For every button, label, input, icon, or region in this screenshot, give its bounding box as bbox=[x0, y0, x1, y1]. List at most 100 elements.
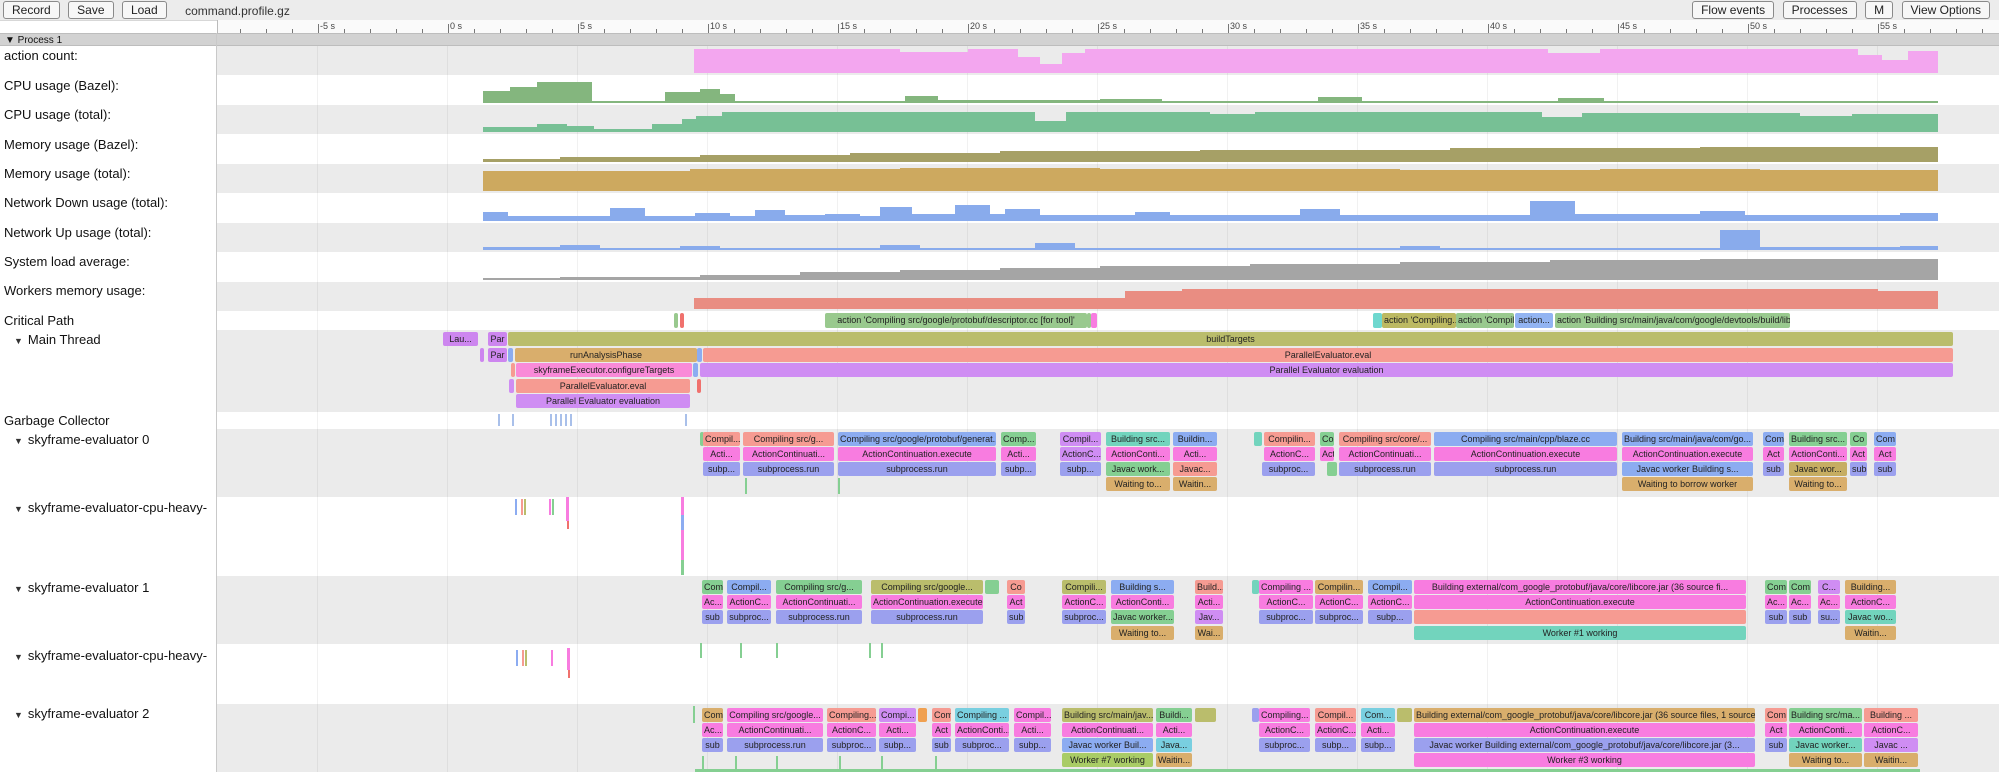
counter-cpu-total-graph[interactable] bbox=[0, 105, 1999, 134]
trace-bar[interactable]: Com bbox=[1874, 432, 1896, 446]
counter-action-count-graph[interactable] bbox=[0, 46, 1999, 75]
trace-bar[interactable]: Buildin... bbox=[1173, 432, 1217, 446]
trace-bar[interactable]: Javac worker Building s... bbox=[1622, 462, 1753, 476]
trace-bar[interactable]: Ac... bbox=[1765, 595, 1787, 609]
row-label[interactable]: ▼skyframe-evaluator 1 bbox=[4, 580, 149, 595]
trace-bar[interactable]: Javac... bbox=[1173, 462, 1217, 476]
trace-bar[interactable] bbox=[985, 580, 999, 594]
trace-bar[interactable]: subprocess.run bbox=[871, 610, 983, 624]
trace-bar[interactable]: subp... bbox=[879, 738, 916, 752]
trace-bar[interactable]: ActionC... bbox=[1315, 723, 1356, 737]
trace-bar[interactable]: sub bbox=[1789, 610, 1811, 624]
trace-bar[interactable]: Par bbox=[488, 332, 507, 346]
trace-bar[interactable]: Javac worker Buil... bbox=[1062, 738, 1153, 752]
trace-bar[interactable]: Act bbox=[1765, 723, 1787, 737]
trace-bar[interactable]: Compili... bbox=[1062, 580, 1106, 594]
trace-bar[interactable]: Compilin... bbox=[1315, 580, 1363, 594]
trace-bar[interactable]: ParallelEvaluator.eval bbox=[516, 379, 690, 393]
trace-bar[interactable]: Compiling src/google/protobuf/generat... bbox=[838, 432, 996, 446]
trace-bar[interactable]: Building external/com_google_protobuf/ja… bbox=[1414, 708, 1755, 722]
collapse-arrow[interactable]: ▼ bbox=[14, 504, 23, 514]
trace-mark[interactable] bbox=[512, 414, 514, 426]
trace-bar[interactable]: Par bbox=[488, 348, 507, 362]
trace-bar[interactable] bbox=[1252, 708, 1259, 722]
trace-bar[interactable]: Acti... bbox=[1173, 447, 1217, 461]
trace-bar[interactable]: subproc... bbox=[1259, 610, 1313, 624]
trace-mark[interactable] bbox=[498, 414, 500, 426]
trace-bar[interactable] bbox=[1327, 462, 1337, 476]
trace-bar[interactable]: action... bbox=[1515, 313, 1553, 328]
trace-bar[interactable]: ActionConti... bbox=[1789, 447, 1847, 461]
trace-bar[interactable] bbox=[1397, 708, 1412, 722]
trace-bar[interactable]: subprocess.run bbox=[1339, 462, 1431, 476]
trace-bar[interactable]: Act bbox=[1874, 447, 1896, 461]
trace-bar[interactable]: subproc... bbox=[1062, 610, 1106, 624]
trace-bar[interactable]: ActionContinuati... bbox=[1062, 723, 1153, 737]
trace-mark[interactable] bbox=[681, 497, 684, 515]
trace-bar[interactable]: ActionC... bbox=[1315, 595, 1363, 609]
trace-bar[interactable]: ActionC... bbox=[1259, 595, 1313, 609]
trace-bar[interactable]: Javac wor... bbox=[1789, 462, 1847, 476]
trace-bar[interactable]: Javac work... bbox=[1106, 462, 1170, 476]
trace-bar[interactable]: Waitin... bbox=[1864, 753, 1918, 767]
trace-bar[interactable]: Javac worker... bbox=[1789, 738, 1862, 752]
trace-mark[interactable] bbox=[521, 499, 523, 515]
trace-bar[interactable]: Jav... bbox=[1195, 610, 1223, 624]
trace-bar[interactable] bbox=[918, 708, 927, 722]
trace-bar[interactable]: subprocess.run bbox=[727, 738, 823, 752]
trace-bar[interactable]: Co bbox=[1320, 432, 1334, 446]
trace-bar[interactable]: ActionContinuation.execute bbox=[1414, 595, 1746, 609]
trace-bar[interactable]: Compiling... bbox=[1259, 708, 1310, 722]
trace-mark[interactable] bbox=[555, 414, 557, 426]
trace-bar[interactable]: Act bbox=[932, 723, 951, 737]
trace-bar[interactable] bbox=[1254, 432, 1262, 446]
trace-bar[interactable]: ActionC... bbox=[1368, 595, 1412, 609]
trace-bar[interactable]: Act bbox=[1763, 447, 1784, 461]
trace-bar[interactable]: Javac ... bbox=[1864, 738, 1918, 752]
trace-bar[interactable]: Waiting to... bbox=[1789, 753, 1862, 767]
trace-bar[interactable]: Compil... bbox=[703, 432, 740, 446]
trace-bar[interactable]: Compilin... bbox=[1264, 432, 1315, 446]
trace-bar[interactable]: Worker #3 working bbox=[1414, 753, 1755, 767]
trace-bar[interactable]: sub bbox=[1850, 462, 1867, 476]
trace-bar[interactable] bbox=[508, 348, 513, 362]
trace-bar[interactable]: subprocess.run bbox=[743, 462, 834, 476]
trace-bar[interactable]: Waitin... bbox=[1173, 477, 1217, 491]
trace-bar[interactable]: subproc... bbox=[1259, 738, 1310, 752]
trace-mark[interactable] bbox=[522, 650, 524, 666]
counter-system-load-graph[interactable] bbox=[0, 252, 1999, 282]
trace-mark[interactable] bbox=[839, 756, 841, 770]
trace-mark[interactable] bbox=[740, 643, 742, 658]
trace-bar[interactable]: Com bbox=[1765, 708, 1787, 722]
trace-bar[interactable]: Com bbox=[1765, 580, 1787, 594]
row-label[interactable]: ▼skyframe-evaluator-cpu-heavy- bbox=[4, 500, 207, 515]
trace-bar[interactable]: Building... bbox=[1845, 580, 1896, 594]
processes-button[interactable]: Processes bbox=[1783, 1, 1857, 19]
trace-bar[interactable]: Building src/main/java/com/go... bbox=[1622, 432, 1753, 446]
trace-bar[interactable]: Compiling src/core/... bbox=[1339, 432, 1431, 446]
trace-bar[interactable]: ActionC... bbox=[1060, 447, 1101, 461]
row-label[interactable]: ▼skyframe-evaluator-cpu-heavy- bbox=[4, 648, 207, 663]
trace-bar[interactable]: Compiling... bbox=[827, 708, 876, 722]
trace-bar[interactable]: ActionContinuati... bbox=[743, 447, 834, 461]
trace-bar[interactable]: Waitin... bbox=[1845, 626, 1896, 640]
collapse-arrow[interactable]: ▼ bbox=[14, 652, 23, 662]
trace-mark[interactable] bbox=[550, 414, 552, 426]
trace-bar[interactable]: action 'Compili... bbox=[1456, 313, 1514, 328]
counter-mem-total-graph[interactable] bbox=[0, 164, 1999, 193]
trace-bar[interactable]: Building external/com_google_protobuf/ja… bbox=[1414, 580, 1746, 594]
trace-bar[interactable]: su... bbox=[1818, 610, 1840, 624]
record-button[interactable]: Record bbox=[3, 1, 60, 19]
save-button[interactable]: Save bbox=[68, 1, 113, 19]
trace-mark[interactable] bbox=[567, 521, 569, 529]
trace-bar[interactable]: Com bbox=[1763, 432, 1784, 446]
trace-mark[interactable] bbox=[881, 756, 883, 770]
trace-bar[interactable]: Acti... bbox=[1014, 723, 1051, 737]
trace-bar[interactable]: Com... bbox=[1361, 708, 1395, 722]
trace-bar[interactable]: runAnalysisPhase bbox=[515, 348, 697, 362]
trace-bar[interactable] bbox=[480, 348, 484, 362]
trace-bar[interactable]: Acti... bbox=[1001, 447, 1036, 461]
trace-bar[interactable]: Worker #7 working bbox=[1062, 753, 1153, 767]
row-label[interactable]: ▼Main Thread bbox=[4, 332, 101, 347]
trace-bar[interactable]: Act bbox=[1007, 595, 1025, 609]
